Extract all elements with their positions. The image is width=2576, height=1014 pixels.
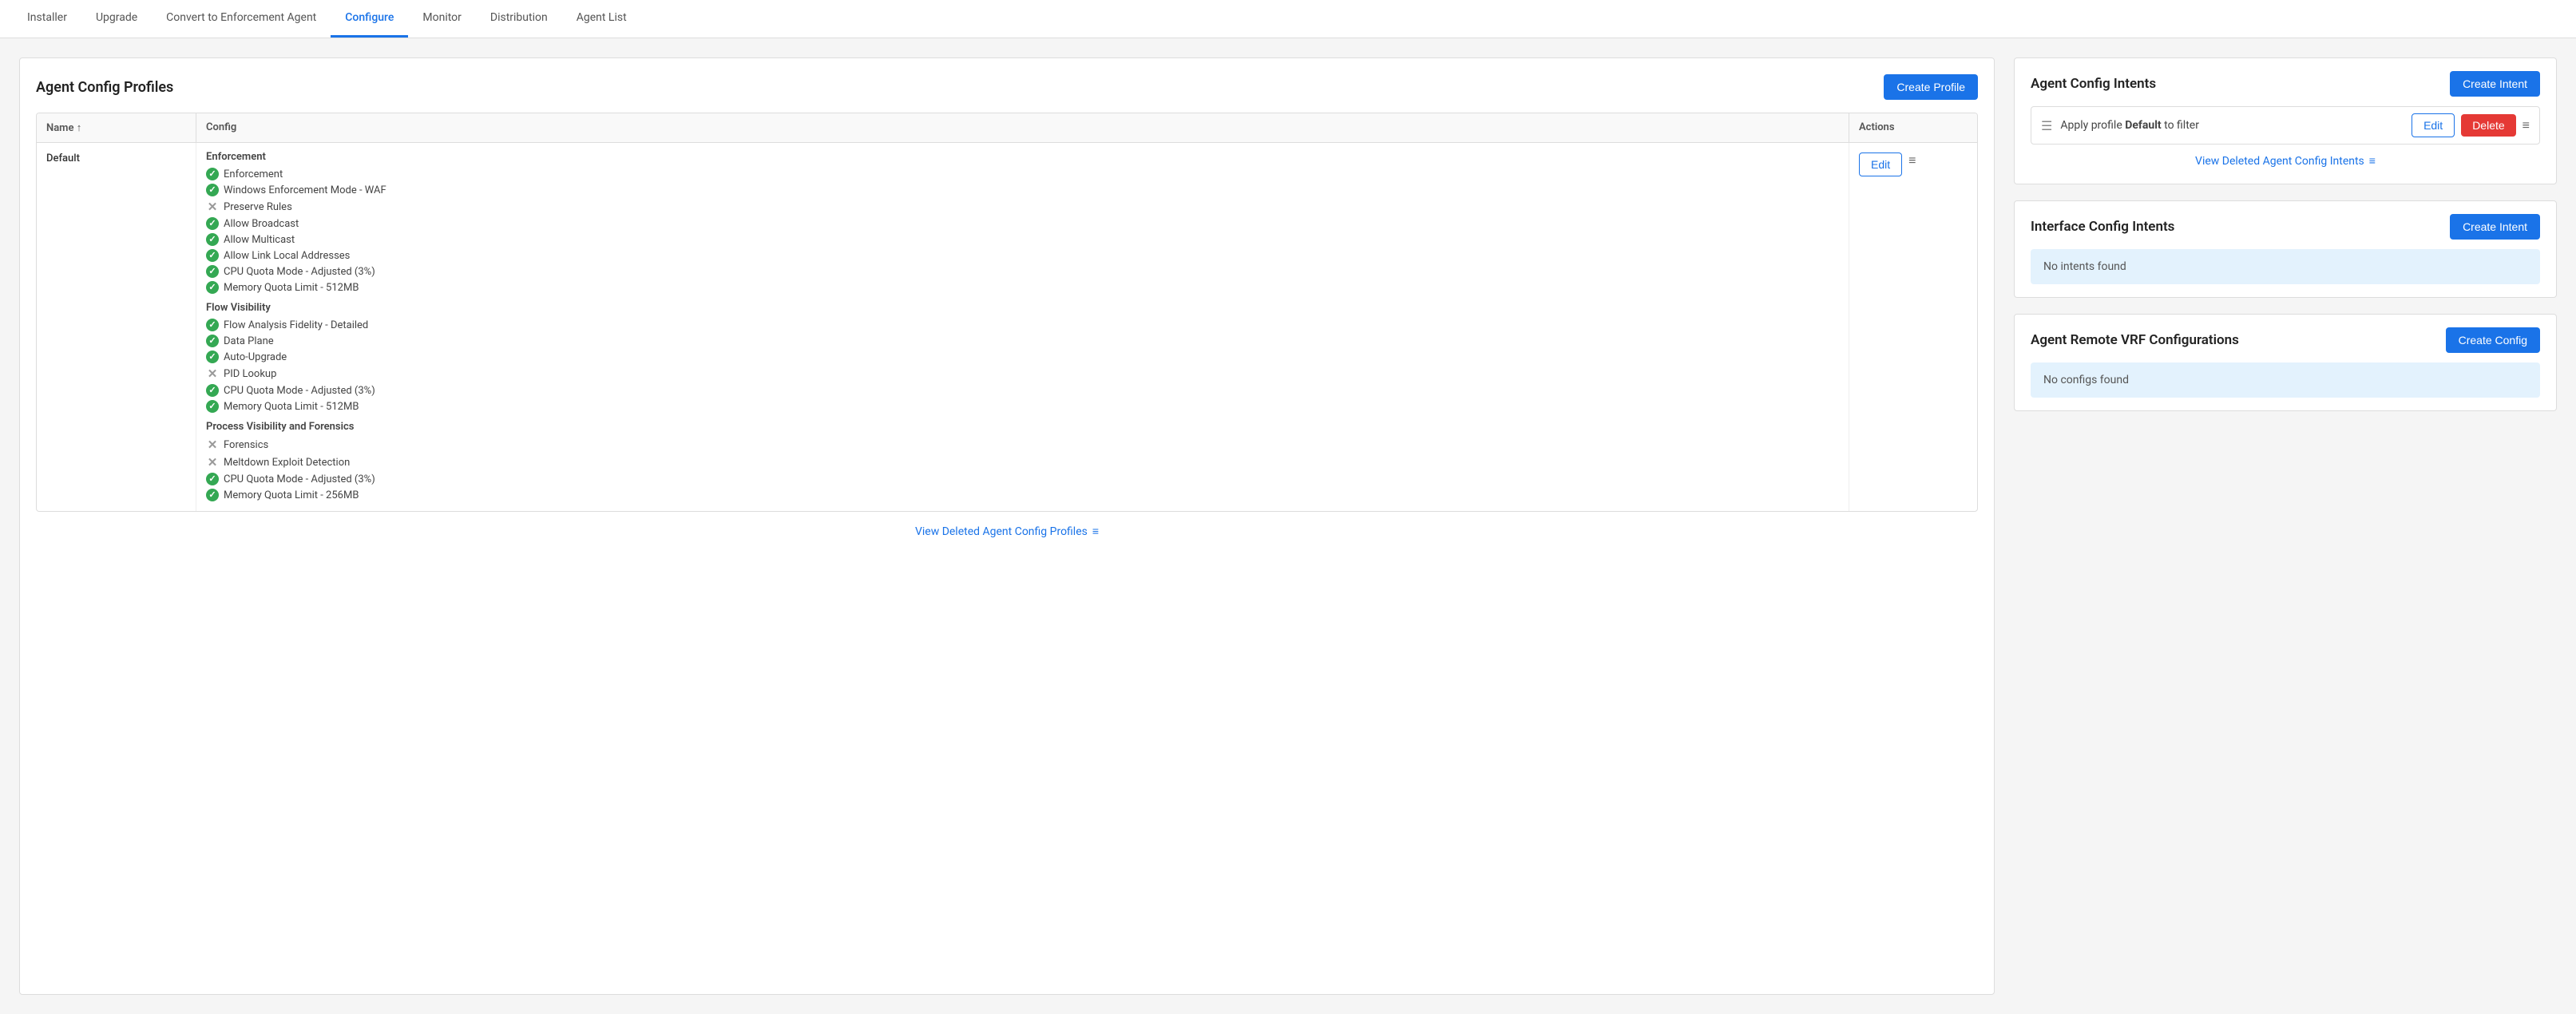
check-icon: ✓ (206, 168, 219, 180)
agent-remote-vrf-header: Agent Remote VRF Configurations Create C… (2031, 327, 2540, 353)
agent-config-intents-title: Agent Config Intents (2031, 76, 2156, 92)
tab-configure[interactable]: Configure (331, 0, 408, 38)
drag-handle-icon: ☰ (2041, 118, 2052, 133)
list-icon[interactable]: ≡ (1908, 152, 1916, 168)
create-config-button[interactable]: Create Config (2446, 327, 2540, 353)
left-panel-header: Agent Config Profiles Create Profile (36, 74, 1978, 100)
col-name: Name ↑ (37, 113, 196, 142)
agent-config-intents-card: Agent Config Intents Create Intent ☰ App… (2014, 57, 2557, 184)
check-icon: ✓ (206, 489, 219, 501)
check-icon: ✓ (206, 473, 219, 485)
check-icon: ✓ (206, 400, 219, 413)
top-nav: Installer Upgrade Convert to Enforcement… (0, 0, 2576, 38)
edit-filter-button[interactable]: Edit (2412, 113, 2455, 137)
filter-text: Apply profile Default to filter (2060, 119, 2404, 132)
tab-convert[interactable]: Convert to Enforcement Agent (152, 0, 331, 38)
section-process-visibility-title: Process Visibility and Forensics (206, 421, 1839, 433)
check-icon: ✓ (206, 249, 219, 262)
no-intents-message: No intents found (2031, 249, 2540, 284)
config-item-auto-upgrade: ✓ Auto-Upgrade (206, 349, 1839, 365)
config-item-enforcement: ✓ Enforcement (206, 166, 1839, 182)
tab-upgrade[interactable]: Upgrade (81, 0, 152, 38)
delete-filter-button[interactable]: Delete (2461, 114, 2515, 137)
config-item-cpu-quota-process: ✓ CPU Quota Mode - Adjusted (3%) (206, 471, 1839, 487)
list-icon-deleted-intents: ≡ (2369, 154, 2376, 168)
x-icon: ✕ (206, 438, 219, 452)
row-name-default: Default (37, 143, 196, 511)
create-intent-button-top[interactable]: Create Intent (2450, 71, 2540, 97)
create-profile-button[interactable]: Create Profile (1884, 74, 1978, 100)
config-item-allow-link-local: ✓ Allow Link Local Addresses (206, 248, 1839, 263)
check-icon: ✓ (206, 184, 219, 196)
config-item-allow-multicast: ✓ Allow Multicast (206, 232, 1839, 248)
check-icon: ✓ (206, 265, 219, 278)
config-item-allow-broadcast: ✓ Allow Broadcast (206, 216, 1839, 232)
view-deleted-intents-link[interactable]: View Deleted Agent Config Intents ≡ (2031, 154, 2540, 168)
row-config-default: Enforcement ✓ Enforcement ✓ Windows Enfo… (196, 143, 1849, 511)
config-item-memory-256-process: ✓ Memory Quota Limit - 256MB (206, 487, 1839, 503)
x-icon: ✕ (206, 200, 219, 214)
tab-agent-list[interactable]: Agent List (562, 0, 641, 38)
left-panel-title: Agent Config Profiles (36, 79, 173, 96)
col-actions: Actions (1849, 113, 1977, 142)
config-item-windows-waf: ✓ Windows Enforcement Mode - WAF (206, 182, 1839, 198)
agent-config-profiles-panel: Agent Config Profiles Create Profile Nam… (19, 57, 1995, 995)
view-deleted-profiles-link[interactable]: View Deleted Agent Config Profiles ≡ (36, 525, 1978, 538)
check-icon: ✓ (206, 217, 219, 230)
tab-installer[interactable]: Installer (13, 0, 81, 38)
config-item-preserve-rules: ✕ Preserve Rules (206, 198, 1839, 216)
check-icon: ✓ (206, 281, 219, 294)
interface-config-intents-header: Interface Config Intents Create Intent (2031, 214, 2540, 240)
create-intent-button-interface[interactable]: Create Intent (2450, 214, 2540, 240)
check-icon: ✓ (206, 384, 219, 397)
edit-profile-button[interactable]: Edit (1859, 152, 1902, 176)
section-flow-visibility-title: Flow Visibility (206, 302, 1839, 314)
agent-remote-vrf-card: Agent Remote VRF Configurations Create C… (2014, 314, 2557, 411)
check-icon: ✓ (206, 233, 219, 246)
tab-distribution[interactable]: Distribution (476, 0, 562, 38)
config-item-memory-512-flow: ✓ Memory Quota Limit - 512MB (206, 398, 1839, 414)
list-icon-filter[interactable]: ≡ (2522, 117, 2530, 133)
config-item-data-plane: ✓ Data Plane (206, 333, 1839, 349)
row-actions-default: Edit ≡ (1849, 143, 1977, 511)
config-item-cpu-quota-flow: ✓ CPU Quota Mode - Adjusted (3%) (206, 382, 1839, 398)
table-header: Name ↑ Config Actions (37, 113, 1977, 143)
config-item-flow-analysis: ✓ Flow Analysis Fidelity - Detailed (206, 317, 1839, 333)
filter-actions: Edit Delete ≡ (2412, 113, 2530, 137)
config-item-memory-512-enforcement: ✓ Memory Quota Limit - 512MB (206, 279, 1839, 295)
section-enforcement-title: Enforcement (206, 151, 1839, 163)
agent-config-intents-header: Agent Config Intents Create Intent (2031, 71, 2540, 97)
tab-monitor[interactable]: Monitor (408, 0, 476, 38)
agent-remote-vrf-title: Agent Remote VRF Configurations (2031, 332, 2239, 348)
list-icon-deleted: ≡ (1092, 525, 1099, 538)
interface-config-intents-title: Interface Config Intents (2031, 219, 2174, 235)
check-icon: ✓ (206, 319, 219, 331)
check-icon: ✓ (206, 351, 219, 363)
config-item-pid-lookup: ✕ PID Lookup (206, 365, 1839, 382)
config-item-meltdown: ✕ Meltdown Exploit Detection (206, 454, 1839, 471)
profiles-table: Name ↑ Config Actions Default Enforcemen… (36, 113, 1978, 512)
check-icon: ✓ (206, 335, 219, 347)
table-row: Default Enforcement ✓ Enforcement ✓ Wind… (37, 143, 1977, 511)
interface-config-intents-card: Interface Config Intents Create Intent N… (2014, 200, 2557, 298)
config-item-cpu-quota-enforcement: ✓ CPU Quota Mode - Adjusted (3%) (206, 263, 1839, 279)
col-config: Config (196, 113, 1849, 142)
x-icon: ✕ (206, 455, 219, 469)
no-configs-message: No configs found (2031, 362, 2540, 398)
filter-row: ☰ Apply profile Default to filter Edit D… (2031, 106, 2540, 145)
main-content: Agent Config Profiles Create Profile Nam… (0, 38, 2576, 1014)
right-panel: Agent Config Intents Create Intent ☰ App… (2014, 57, 2557, 995)
x-icon: ✕ (206, 366, 219, 381)
config-item-forensics: ✕ Forensics (206, 436, 1839, 454)
